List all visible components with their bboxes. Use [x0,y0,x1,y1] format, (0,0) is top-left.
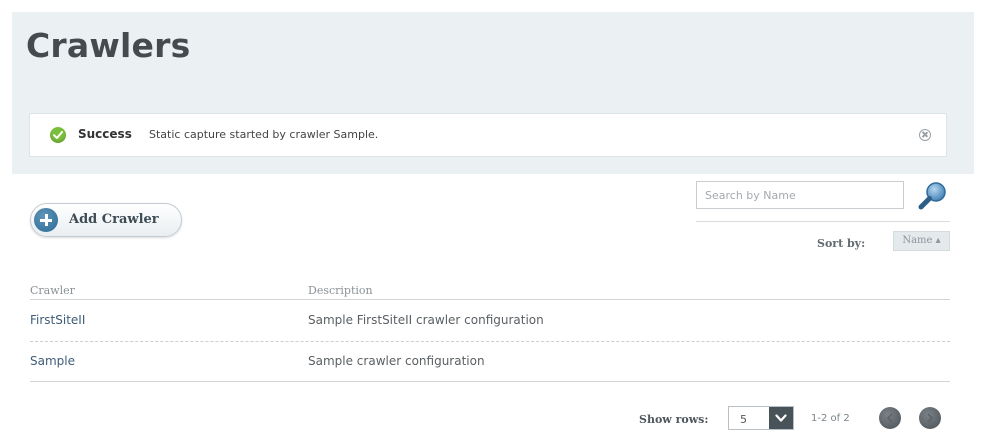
table-row[interactable]: Sample Sample crawler configuration [30,341,950,381]
table-bottom-divider [30,381,950,382]
next-page-button[interactable] [919,407,941,429]
pagination-range: 1-2 of 2 [811,413,850,424]
search-input[interactable] [696,181,904,209]
magnifier-icon [918,182,946,210]
crawler-name-link[interactable]: Sample [30,354,75,368]
toolbar-divider [696,221,950,222]
close-circle-icon[interactable] [919,129,931,141]
rows-per-page-value: 5 [740,413,747,426]
add-crawler-button[interactable]: Add Crawler [30,203,182,237]
column-header-crawler[interactable]: Crawler [30,284,75,297]
sort-by-name-button[interactable]: Name ▴ [893,231,950,251]
chevron-right-icon [927,413,934,423]
table-row[interactable]: FirstSiteII Sample FirstSiteII crawler c… [30,300,950,340]
page-title: Crawlers [26,26,191,65]
search-button[interactable] [916,180,950,212]
chevron-left-icon [886,413,893,423]
success-alert: Success Static capture started by crawle… [29,113,947,157]
crawler-name-link[interactable]: FirstSiteII [30,313,85,327]
alert-title: Success [78,127,132,141]
check-circle-icon [50,127,66,143]
crawler-description: Sample FirstSiteII crawler configuration [308,313,544,327]
crawler-description: Sample crawler configuration [308,354,485,368]
add-crawler-label: Add Crawler [69,212,159,227]
page-header: Crawlers [12,12,974,100]
alert-message: Static capture started by crawler Sample… [149,128,379,141]
chevron-down-icon[interactable] [769,407,793,429]
show-rows-label: Show rows: [639,413,709,426]
column-header-description[interactable]: Description [308,284,373,297]
sort-label: Sort by: [817,237,866,250]
prev-page-button[interactable] [879,407,901,429]
rows-per-page-select[interactable]: 5 [728,406,794,430]
plus-circle-icon [34,208,58,232]
